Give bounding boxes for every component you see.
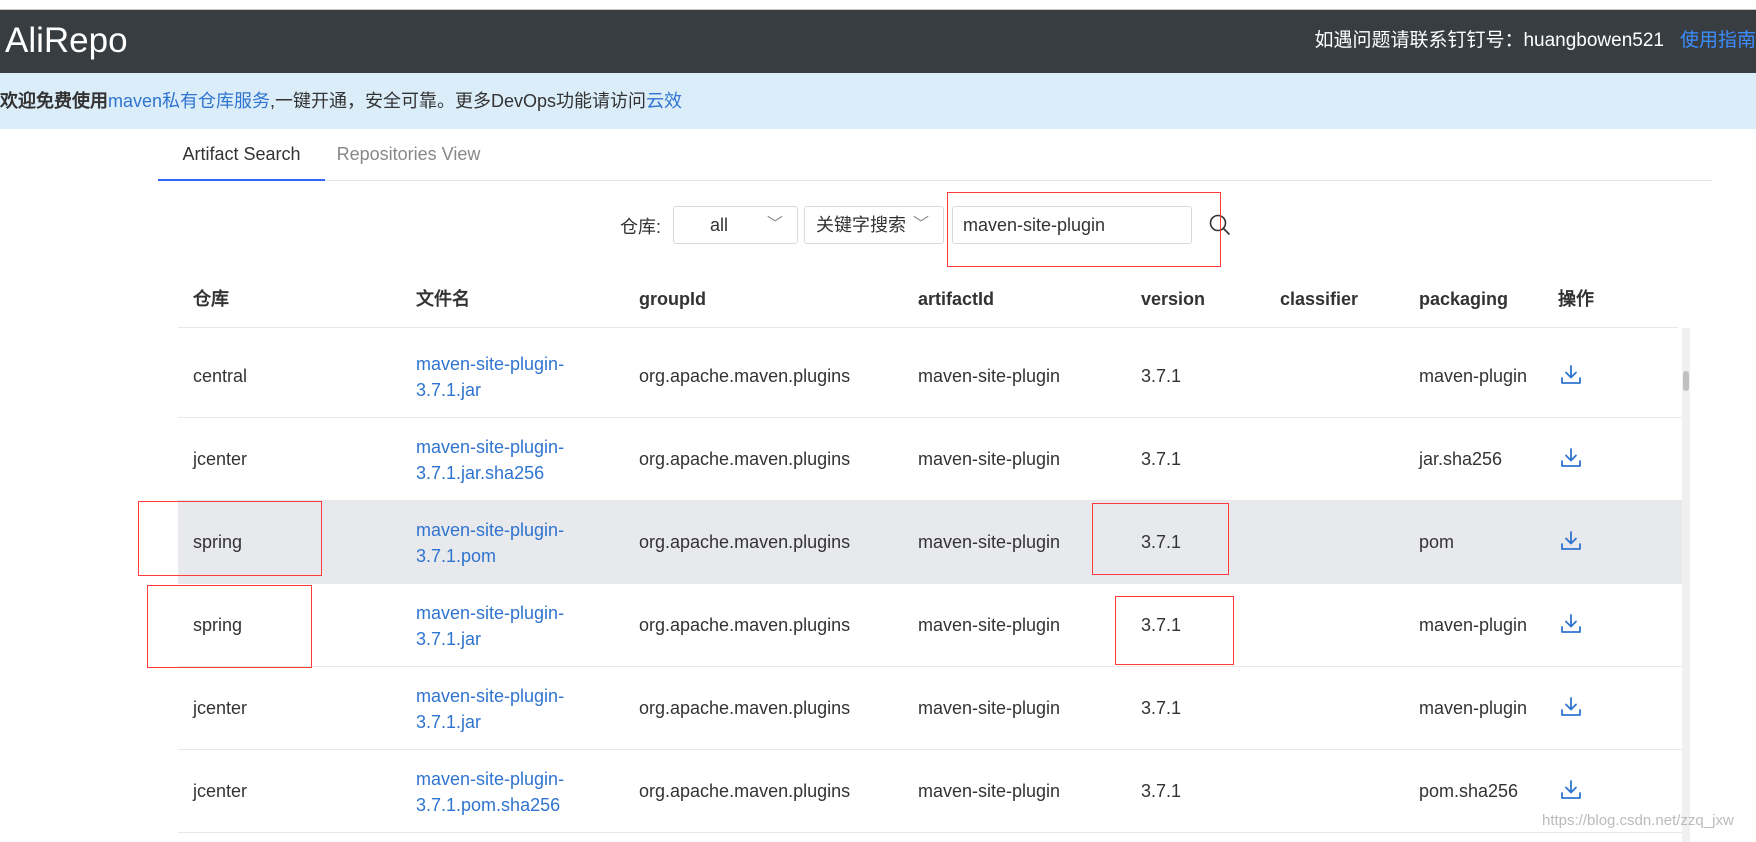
file-name-part1: maven-site-plugin- [416, 685, 565, 706]
download-icon[interactable] [1560, 778, 1582, 802]
repo-label: 仓库: [620, 217, 662, 237]
cell-version: 3.7.1 [1141, 366, 1182, 386]
col-version: version [1141, 289, 1206, 309]
col-packaging: packaging [1419, 289, 1509, 309]
cell-version: 3.7.1 [1141, 781, 1182, 801]
cell-artifactid: maven-site-plugin [918, 532, 1061, 552]
cell-repo: jcenter [193, 781, 248, 801]
banner-yunxiao-link[interactable]: 云效 [646, 91, 682, 111]
search-mode-value: 关键字搜索 [816, 215, 906, 235]
cell-repo: central [193, 366, 248, 386]
cell-repo: spring [193, 532, 243, 552]
table-row: central maven-site-plugin- 3.7.1.jar org.… [178, 335, 1682, 418]
cell-groupid: org.apache.maven.plugins [639, 781, 851, 801]
download-icon[interactable] [1560, 695, 1582, 719]
download-icon[interactable] [1560, 363, 1582, 387]
brand-logo[interactable]: AliRepo [5, 20, 128, 62]
cell-version: 3.7.1 [1141, 615, 1182, 635]
tab-bar: Artifact Search Repositories View [158, 130, 1712, 181]
tab-artifact-search[interactable]: Artifact Search [158, 130, 325, 181]
file-name-part1: maven-site-plugin- [416, 353, 565, 374]
file-name-part2: 3.7.1.jar [416, 628, 482, 649]
file-link[interactable]: maven-site-plugin- 3.7.1.jar [416, 335, 596, 418]
tab-repositories-view[interactable]: Repositories View [325, 130, 492, 181]
col-filename: 文件名 [416, 289, 470, 309]
cell-packaging: pom [1419, 532, 1455, 552]
file-name-part2: 3.7.1.jar.sha256 [416, 462, 545, 483]
file-name-part1: maven-site-plugin- [416, 519, 565, 540]
file-name-part2: 3.7.1.pom [416, 545, 497, 566]
search-input[interactable] [952, 206, 1192, 244]
file-name-part2: 3.7.1.pom.sha256 [416, 794, 561, 815]
table-header: 仓库 文件名 groupId artifactId version classi… [178, 280, 1678, 328]
cell-groupid: org.apache.maven.plugins [639, 698, 851, 718]
cell-repo: jcenter [193, 698, 248, 718]
cell-packaging: maven-plugin [1419, 615, 1528, 635]
window-top-edge [0, 0, 1756, 10]
file-name-part1: maven-site-plugin- [416, 768, 565, 789]
app-header: AliRepo 如遇问题请联系钉钉号：huangbowen521 使用指南 [0, 10, 1756, 73]
search-icon[interactable] [1208, 213, 1232, 237]
cell-repo: spring [193, 615, 243, 635]
file-link[interactable]: maven-site-plugin- 3.7.1.pom [416, 501, 596, 584]
banner-text: ,一键开通，安全可靠。更多DevOps功能请访问 [270, 91, 647, 111]
table-scrollbar-thumb[interactable] [1683, 371, 1689, 391]
cell-repo: jcenter [193, 449, 248, 469]
repo-select[interactable]: all ﹀ [673, 206, 798, 244]
table-row: spring maven-site-plugin- 3.7.1.jar org.a… [178, 584, 1682, 667]
banner-service-link[interactable]: maven私有仓库服务 [108, 91, 270, 111]
results-table: central maven-site-plugin- 3.7.1.jar org.… [178, 335, 1682, 842]
table-scrollbar-track[interactable] [1682, 328, 1690, 842]
banner-bold-text: 欢迎免费使用 [0, 91, 108, 111]
file-link[interactable]: maven-site-plugin- 3.7.1.pom.sha256 [416, 750, 596, 833]
col-classifier: classifier [1280, 289, 1359, 309]
cell-artifactid: maven-site-plugin [918, 781, 1061, 801]
promo-banner: 欢迎免费使用maven私有仓库服务,一键开通，安全可靠。更多DevOps功能请访… [0, 73, 1756, 129]
file-link[interactable]: maven-site-plugin- 3.7.1.jar [416, 667, 596, 750]
cell-packaging: pom.sha256 [1419, 781, 1519, 801]
repo-select-value: all [710, 215, 729, 235]
col-actions: 操作 [1558, 289, 1594, 309]
col-groupid: groupId [639, 289, 706, 309]
file-link[interactable]: maven-site-plugin- 3.7.1.jar [416, 584, 596, 667]
download-icon[interactable] [1560, 446, 1582, 470]
cell-version: 3.7.1 [1141, 532, 1182, 552]
col-repo: 仓库 [193, 289, 229, 309]
watermark: https://blog.csdn.net/zzq_jxw [1542, 812, 1734, 829]
file-name-part1: maven-site-plugin- [416, 602, 565, 623]
cell-artifactid: maven-site-plugin [918, 615, 1061, 635]
cell-groupid: org.apache.maven.plugins [639, 366, 851, 386]
search-mode-select[interactable]: 关键字搜索 ﹀ [804, 206, 944, 244]
cell-packaging: maven-plugin [1419, 366, 1528, 386]
chevron-down-icon: ﹀ [766, 216, 783, 233]
table-row: jcenter maven-site-plugin- 3.7.1.jar.sha2… [178, 418, 1682, 501]
file-name-part2: 3.7.1.jar [416, 711, 482, 732]
cell-artifactid: maven-site-plugin [918, 449, 1061, 469]
cell-packaging: maven-plugin [1419, 698, 1528, 718]
cell-version: 3.7.1 [1141, 449, 1182, 469]
file-link[interactable]: maven-site-plugin- 3.7.1.jar.sha256 [416, 418, 596, 501]
table-row: jcenter maven-site-plugin- 3.7.1.jar org.… [178, 667, 1682, 750]
table-row: spring maven-site-plugin- 3.7.1.pom org.a… [178, 501, 1682, 584]
search-bar: 仓库: all ﹀ 关键字搜索 ﹀ [0, 203, 1756, 247]
table-row: jcenter maven-site-plugin- 3.7.1.pom.sha2… [178, 750, 1682, 833]
contact-text: 如遇问题请联系钉钉号：huangbowen521 [1314, 30, 1664, 51]
cell-artifactid: maven-site-plugin [918, 366, 1061, 386]
col-artifactid: artifactId [918, 289, 995, 309]
cell-groupid: org.apache.maven.plugins [639, 532, 851, 552]
cell-version: 3.7.1 [1141, 698, 1182, 718]
download-icon[interactable] [1560, 529, 1582, 553]
file-name-part2: 3.7.1.jar [416, 379, 482, 400]
guide-link[interactable]: 使用指南 [1680, 30, 1756, 51]
cell-packaging: jar.sha256 [1419, 449, 1503, 469]
file-name-part1: maven-site-plugin- [416, 436, 565, 457]
cell-artifactid: maven-site-plugin [918, 698, 1061, 718]
cell-groupid: org.apache.maven.plugins [639, 449, 851, 469]
download-icon[interactable] [1560, 612, 1582, 636]
chevron-down-icon: ﹀ [912, 216, 929, 233]
cell-groupid: org.apache.maven.plugins [639, 615, 851, 635]
contact-info: 如遇问题请联系钉钉号：huangbowen521 使用指南 [1314, 28, 1756, 54]
